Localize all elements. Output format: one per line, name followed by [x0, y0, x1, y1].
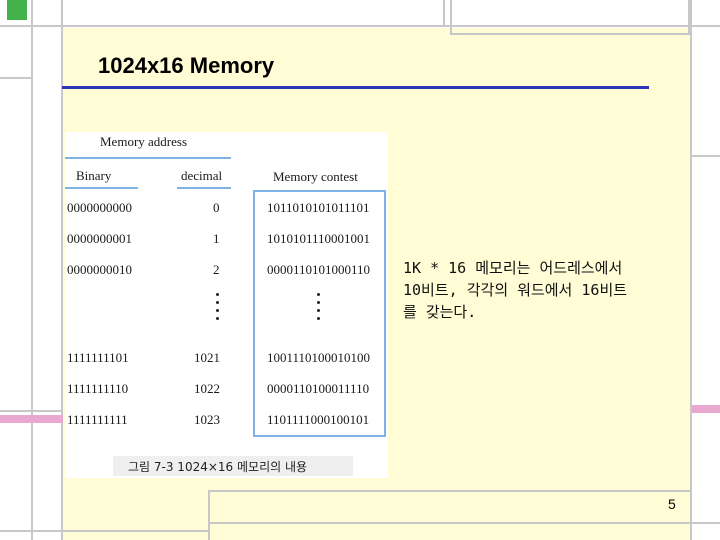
frame-line [208, 490, 692, 492]
memory-word: 1001110100010100 [267, 350, 371, 365]
binary-address: 0000000000 [67, 200, 132, 215]
binary-address: 0000000001 [67, 231, 132, 246]
frame-line [208, 490, 210, 540]
binary-address: 0000000010 [67, 262, 132, 277]
frame-line [0, 77, 31, 79]
decimal-address: 1022 [194, 381, 220, 396]
memory-word: 1101111000100101 [267, 412, 370, 427]
pink-accent-bar [0, 415, 63, 423]
frame-line [443, 0, 445, 25]
decimal-address: 0 [213, 200, 220, 215]
frame-line [0, 410, 63, 412]
header-divider [65, 157, 231, 159]
frame-line [450, 33, 692, 35]
frame-line [0, 25, 720, 27]
binary-address: 1111111111 [67, 412, 128, 427]
title-underline [62, 86, 649, 89]
contents-header: Memory contest [273, 169, 358, 184]
binary-address: 1111111110 [67, 381, 129, 396]
frame-line [208, 522, 720, 524]
decimal-address: 2 [213, 262, 220, 277]
frame-line [31, 0, 33, 540]
memory-word: 1011010101011101 [267, 200, 370, 215]
frame-line [61, 0, 63, 540]
slide-title: 1024x16 Memory [98, 53, 275, 78]
decimal-header: decimal [181, 168, 223, 183]
frame-line [690, 155, 720, 157]
frame-line [450, 0, 452, 35]
ellipsis-dots [317, 293, 321, 325]
green-accent-block [7, 0, 27, 20]
pink-accent-bar [692, 405, 720, 413]
binary-header: Binary [76, 168, 112, 183]
frame-line [0, 530, 208, 532]
header-divider [65, 187, 138, 189]
figure-caption: 그림 7-3 1024×16 메모리의 내용 [128, 460, 308, 474]
decimal-address: 1023 [194, 412, 220, 427]
page-number: 5 [668, 496, 676, 512]
decimal-address: 1 [213, 231, 220, 246]
binary-address: 1111111101 [67, 350, 129, 365]
memory-word: 0000110100011110 [267, 381, 370, 396]
slide-description: 1K * 16 메모리는 어드레스에서 10비트, 각각의 워드에서 16비트 … [403, 257, 693, 323]
memory-word: 0000110101000110 [267, 262, 371, 277]
description-line: 10비트, 각각의 워드에서 16비트 [403, 281, 628, 299]
memory-address-header: Memory address [100, 134, 188, 149]
ellipsis-dots [216, 293, 220, 325]
description-line: 1K * 16 메모리는 어드레스에서 [403, 259, 623, 277]
decimal-address: 1021 [194, 350, 220, 365]
memory-word: 1010101110001001 [267, 231, 371, 246]
description-line: 를 갖는다. [403, 303, 477, 321]
header-divider [177, 187, 231, 189]
